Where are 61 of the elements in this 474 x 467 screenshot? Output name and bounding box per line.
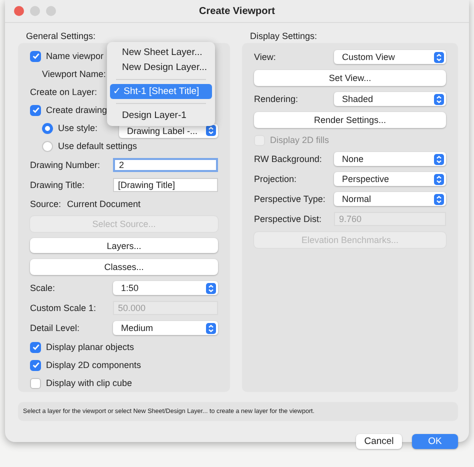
- stepper-icon: [206, 125, 216, 136]
- dialog-button[interactable]: Cancel: [356, 434, 402, 449]
- stepper-icon: [434, 194, 444, 204]
- stepper-icon: [434, 94, 444, 104]
- field-label: Viewport Name:: [42, 69, 106, 79]
- dropdown[interactable]: None: [334, 152, 446, 166]
- field-label: View:: [254, 52, 277, 62]
- close-button[interactable]: [14, 6, 24, 16]
- action-button[interactable]: Layers...: [30, 238, 218, 254]
- action-button[interactable]: Classes...: [30, 259, 218, 276]
- field-label: Create on Layer:: [30, 87, 98, 97]
- menu-item[interactable]: New Sheet Layer...: [110, 45, 212, 60]
- radio-label: Use default settings: [58, 141, 138, 152]
- checkbox-label: Display 2D components: [46, 360, 142, 370]
- dropdown[interactable]: Normal: [334, 192, 446, 206]
- field-label: Custom Scale 1:: [30, 303, 98, 314]
- input-field[interactable]: [Drawing Title]: [113, 178, 218, 192]
- dropdown[interactable]: Medium: [113, 321, 218, 336]
- field-label: Detail Level:: [30, 323, 81, 334]
- dialog-button[interactable]: OK: [412, 434, 458, 449]
- checkbox-label: Display with clip cube: [46, 378, 132, 388]
- checkbox-label: Name viewpor: [46, 51, 104, 61]
- checkbox-label: Display planar objects: [46, 342, 134, 352]
- field-label: Drawing Title:: [30, 180, 86, 190]
- field-label: Projection:: [254, 174, 298, 184]
- radio-button[interactable]: [42, 140, 53, 152]
- field-label: Rendering:: [254, 94, 300, 104]
- checkbox[interactable]: [30, 104, 41, 116]
- stepper-icon: [206, 282, 216, 294]
- checkbox-label: Create drawing: [46, 105, 108, 115]
- dropdown[interactable]: 1:50: [113, 281, 218, 296]
- menu-item[interactable]: ✓ Sht-1 [Sheet Title]: [110, 84, 212, 99]
- window-title: Create Viewport: [199, 6, 275, 16]
- input-field[interactable]: 2: [113, 158, 218, 172]
- menu-item[interactable]: Design Layer-1: [110, 108, 212, 123]
- field-label: Perspective Dist:: [254, 214, 323, 224]
- stepper-icon: [434, 52, 444, 62]
- stepper-icon: [434, 174, 444, 184]
- radio-label: Use style:: [58, 123, 99, 134]
- checkbox[interactable]: [30, 342, 41, 353]
- menu-item[interactable]: New Design Layer...: [110, 60, 212, 75]
- group-label: Display Settings:: [250, 31, 318, 41]
- checkbox[interactable]: [30, 360, 41, 371]
- field-label: RW Background:: [254, 154, 323, 164]
- checkbox[interactable]: [30, 50, 41, 62]
- action-button[interactable]: Set View...: [254, 70, 446, 86]
- checkbox[interactable]: [30, 378, 41, 389]
- field-label: Scale:: [30, 283, 56, 294]
- dropdown[interactable]: Custom View: [334, 50, 446, 64]
- checkbox-label: Display 2D fills: [270, 135, 330, 145]
- radio-button[interactable]: [42, 122, 53, 134]
- field-label: Drawing Number:: [30, 160, 102, 170]
- field-label: Perspective Type:: [254, 194, 326, 204]
- dropdown[interactable]: Perspective: [334, 172, 446, 186]
- source-label: Source:: [30, 199, 62, 210]
- source-value: Current Document: [67, 199, 141, 210]
- dropdown[interactable]: Shaded: [334, 92, 446, 106]
- stepper-icon: [206, 322, 216, 334]
- action-button[interactable]: Render Settings...: [254, 112, 446, 128]
- stepper-icon: [434, 154, 444, 164]
- group-label: General Settings:: [26, 31, 96, 41]
